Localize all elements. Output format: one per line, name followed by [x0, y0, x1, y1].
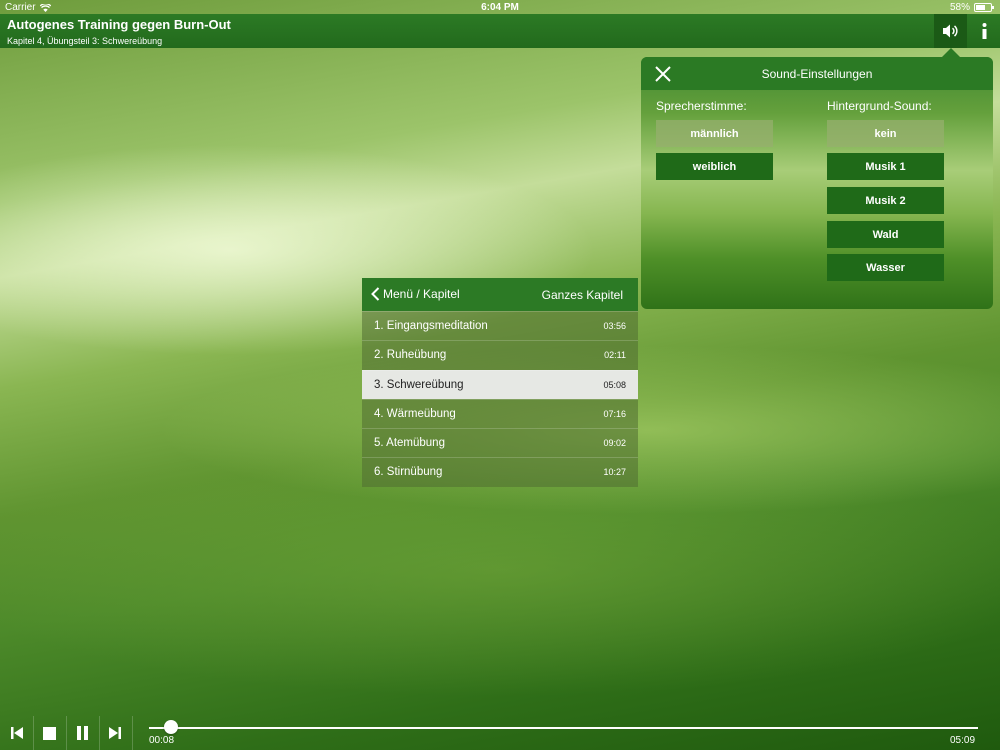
pause-icon: [76, 726, 88, 740]
bg-option-music2[interactable]: Musik 2: [827, 187, 944, 214]
divider: [66, 716, 67, 750]
whole-chapter-button[interactable]: Ganzes Kapitel: [542, 288, 623, 302]
sound-settings-panel: Sound-Einstellungen Sprecherstimme: Hint…: [641, 57, 993, 309]
skip-forward-icon: [109, 727, 121, 739]
next-button[interactable]: [104, 723, 126, 743]
voice-option-male[interactable]: männlich: [656, 120, 773, 147]
divider: [99, 716, 100, 750]
chapter-name: 5. Atemübung: [374, 437, 445, 450]
chapter-menu: Menü / Kapitel Ganzes Kapitel 1. Eingang…: [362, 278, 638, 487]
chapter-menu-header: Menü / Kapitel Ganzes Kapitel: [362, 278, 638, 311]
background-sound-label: Hintergrund-Sound:: [827, 99, 932, 113]
sound-settings-title: Sound-Einstellungen: [761, 67, 873, 81]
bg-option-music1[interactable]: Musik 1: [827, 153, 944, 180]
battery-percent: 58%: [949, 2, 970, 13]
progress-track[interactable]: [149, 727, 978, 729]
chapter-row[interactable]: 5. Atemübung 09:02: [362, 428, 638, 458]
chapter-name: 4. Wärmeübung: [374, 407, 456, 420]
chapter-duration: 02:11: [604, 350, 626, 361]
chapter-duration: 03:56: [603, 321, 626, 331]
chapter-row[interactable]: 2. Ruheübung 02:11: [362, 340, 638, 370]
skip-back-icon: [11, 727, 23, 739]
progress-thumb[interactable]: [163, 720, 178, 734]
speaker-icon: [942, 24, 958, 38]
page-title: Autogenes Training gegen Burn-Out: [7, 17, 231, 32]
info-button[interactable]: [967, 14, 1000, 48]
chapter-name: 3. Schwereübung: [374, 378, 464, 391]
back-to-menu-button[interactable]: Menü / Kapitel: [371, 287, 460, 301]
back-label: Menü / Kapitel: [383, 287, 460, 301]
sound-settings-header: Sound-Einstellungen: [641, 57, 993, 90]
chapter-duration: 10:27: [603, 467, 626, 478]
page-subtitle: Kapitel 4, Übungsteil 3: Schwereübung: [7, 36, 163, 46]
status-bar: Carrier 6:04 PM 58%: [0, 0, 1000, 14]
chevron-left-icon: [371, 287, 380, 301]
clock: 6:04 PM: [481, 2, 519, 13]
popover-caret: [942, 48, 960, 57]
divider: [33, 716, 34, 750]
battery-icon: [974, 3, 994, 12]
current-time: 00:08: [149, 735, 175, 746]
stop-button[interactable]: [38, 723, 60, 743]
chapter-name: 1. Eingangsmeditation: [374, 320, 488, 332]
chapter-duration: 09:02: [603, 438, 626, 449]
chapter-row[interactable]: 6. Stirnübung 10:27: [362, 457, 638, 487]
app-header: Autogenes Training gegen Burn-Out Kapite…: [0, 14, 1000, 48]
chapter-name: 2. Ruheübung: [374, 349, 447, 362]
previous-button[interactable]: [6, 723, 28, 743]
info-icon: [982, 23, 986, 39]
sound-settings-button[interactable]: [934, 14, 967, 48]
stop-icon: [42, 726, 56, 740]
bg-option-none[interactable]: kein: [827, 120, 944, 147]
chapter-row[interactable]: 1. Eingangsmeditation 03:56: [362, 311, 638, 341]
bg-option-water[interactable]: Wasser: [827, 254, 944, 281]
voice-option-female[interactable]: weiblich: [656, 153, 773, 180]
pause-button[interactable]: [71, 723, 93, 743]
voice-label: Sprecherstimme:: [656, 99, 747, 113]
chapter-row[interactable]: 4. Wärmeübung 07:16: [362, 398, 638, 429]
chapter-duration: 05:08: [603, 379, 626, 390]
chapter-duration: 07:16: [603, 408, 626, 419]
divider: [132, 716, 133, 750]
battery-info: 58%: [949, 2, 994, 13]
bg-option-forest[interactable]: Wald: [827, 221, 944, 248]
chapter-row-active[interactable]: 3. Schwereübung 05:08: [362, 369, 638, 399]
total-time: 05:09: [950, 735, 976, 746]
chapter-name: 6. Stirnübung: [374, 466, 443, 479]
